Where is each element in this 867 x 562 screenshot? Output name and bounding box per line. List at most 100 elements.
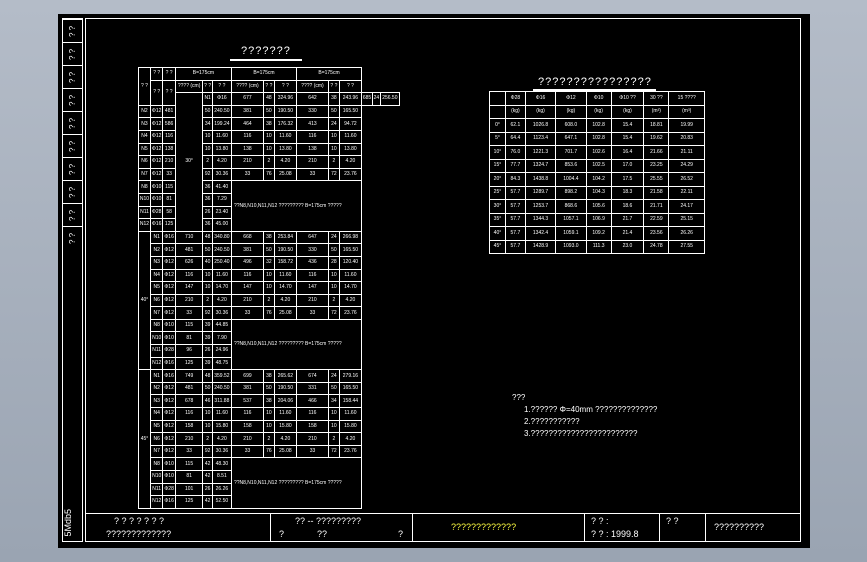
table-cell: 50: [262, 381, 275, 396]
table-cell: 57.7: [504, 239, 526, 254]
table-cell: 38: [327, 92, 340, 106]
table-cell: 13.80: [211, 142, 232, 157]
table-row: 15° 77.7 1324.7 853.6 102.5 17.0 23.25 24.29: [489, 158, 705, 173]
table-cell: 21.66: [643, 145, 670, 160]
table-cell: 381: [230, 104, 264, 119]
header-cell: ???? (cm): [230, 79, 264, 94]
table-row: N8 Φ10 115 42 48.30 ??N8,N10,N11,N12 ????????…: [139, 457, 400, 509]
table-cell: 10: [327, 407, 340, 421]
tb-date-top: ? ? :: [591, 516, 609, 526]
table-cell: 10: [202, 142, 213, 157]
table-cell: 190.50: [273, 243, 297, 257]
table-cell: Φ12: [555, 91, 587, 106]
table-cell: N10: [149, 470, 164, 484]
table-cell: 94.72: [338, 117, 363, 131]
table-cell: 4.20: [273, 293, 297, 308]
table-cell: 749: [174, 369, 204, 383]
left-strip-cell: ? ?: [63, 111, 82, 135]
table-cell: 36: [202, 218, 213, 232]
table-cell: 33: [295, 444, 329, 459]
table-cell: 11.60: [338, 268, 363, 283]
table-cell: Φ28: [162, 344, 176, 358]
table-cell: 52.50: [211, 495, 232, 509]
table-header-row: ? ?? ????? (cm)? ?? ????? (cm)? ?? ?????…: [139, 79, 400, 106]
table-cell: Φ16: [162, 495, 176, 509]
table-cell: 668: [230, 230, 264, 245]
table-cell: 96: [174, 344, 204, 358]
table-cell: 240.50: [211, 104, 232, 119]
table-row: N6 Φ12 210 2 4.20 210 2 4.20 210 2 4.20: [139, 432, 400, 446]
table-cell: 84.3: [504, 172, 526, 187]
table-cell: 10: [262, 281, 275, 295]
table-cell: N12: [149, 495, 164, 509]
tb-drawing-name: ?????????????: [451, 522, 517, 532]
table-cell: 2: [202, 155, 213, 169]
table-cell: 57.7: [504, 212, 526, 227]
table-cell: 2: [327, 155, 340, 169]
notes-heading: ???: [512, 393, 526, 402]
table-cell: 647: [295, 230, 329, 245]
table-cell: 38: [262, 230, 275, 245]
table-cell: 158: [174, 419, 204, 434]
table-cell: 147: [295, 281, 329, 295]
table-cell: 4.20: [338, 293, 363, 308]
table-cell: [489, 91, 506, 106]
header-cell: ? ?: [149, 67, 164, 81]
table-cell: Φ16: [524, 91, 557, 106]
table-row: N5 Φ12 158 10 15.80 158 10 15.80 158 10 15.80: [139, 419, 400, 434]
table-cell: Φ12: [149, 155, 164, 169]
table-cell: 204.06: [273, 394, 297, 409]
table-cell: 50: [262, 243, 275, 257]
table-cell: 14.70: [273, 281, 297, 295]
table-cell: Φ10: [162, 331, 176, 346]
header-cell: ? ?: [327, 79, 340, 94]
table-cell: 17.5: [610, 172, 645, 187]
table-cell: 26.52: [668, 172, 705, 187]
table-cell: 4.20: [273, 155, 297, 169]
table-cell: 36: [202, 180, 213, 194]
table-cell: 102.5: [585, 158, 612, 173]
table-cell: N12: [138, 218, 151, 232]
table-cell: 41.40: [211, 180, 232, 194]
header-group: B=175cm: [295, 67, 363, 81]
table-cell: 25.08: [273, 444, 297, 459]
table-cell: 104.3: [585, 185, 612, 200]
table-cell: 199.24: [211, 117, 232, 131]
table-row: 45° N1 Φ16 749 48 359.52 699 38 265.62 674 24 279.1…: [138, 369, 400, 509]
table-row: 35° 57.7 1344.3 1057.1 106.9 21.7 22.59 25.15: [489, 212, 705, 227]
table-cell: 2: [327, 293, 340, 308]
table-cell: 21.11: [668, 145, 705, 160]
header-cell: ? ?: [273, 79, 297, 94]
table-cell: 158: [230, 419, 264, 434]
table-cell: N6: [138, 155, 151, 169]
table-cell: N1: [202, 92, 213, 106]
table-cell: 46: [202, 394, 213, 409]
table-cell: 10: [202, 129, 213, 144]
table-cell: N8: [149, 318, 164, 333]
table-cell: 48: [202, 230, 213, 245]
table-cell: N10: [149, 331, 164, 346]
table-cell: 92: [202, 167, 213, 182]
table-cell: N1: [149, 230, 164, 245]
table-cell: 1221.3: [524, 145, 557, 160]
table-cell: 81: [174, 470, 204, 484]
table-cell: Φ10: [162, 470, 176, 484]
header-cell: ???? (cm): [174, 79, 204, 94]
title-block-company: ? ? ? ? ? ? ? ?????????????: [86, 514, 271, 542]
table-cell: 14.70: [211, 281, 232, 295]
table-cell: Φ12: [149, 129, 164, 144]
note-item-2: 2.???????????: [524, 417, 580, 426]
table-cell: N4: [138, 129, 151, 144]
table-cell: 1253.7: [524, 199, 557, 214]
table-cell: N3: [149, 255, 164, 270]
table-cell: 116: [295, 407, 329, 421]
table-cell: 685: [361, 92, 374, 106]
table-cell: 115: [174, 457, 204, 471]
table-cell: 30.36: [211, 167, 232, 182]
left-strip-cell: ? ?: [63, 88, 82, 112]
table-cell: 1289.7: [524, 185, 557, 200]
table-cell: 330: [295, 104, 329, 119]
table-cell: N7: [138, 167, 151, 182]
table-cell: N3: [149, 394, 164, 409]
table-cell: 62.1: [504, 118, 526, 133]
